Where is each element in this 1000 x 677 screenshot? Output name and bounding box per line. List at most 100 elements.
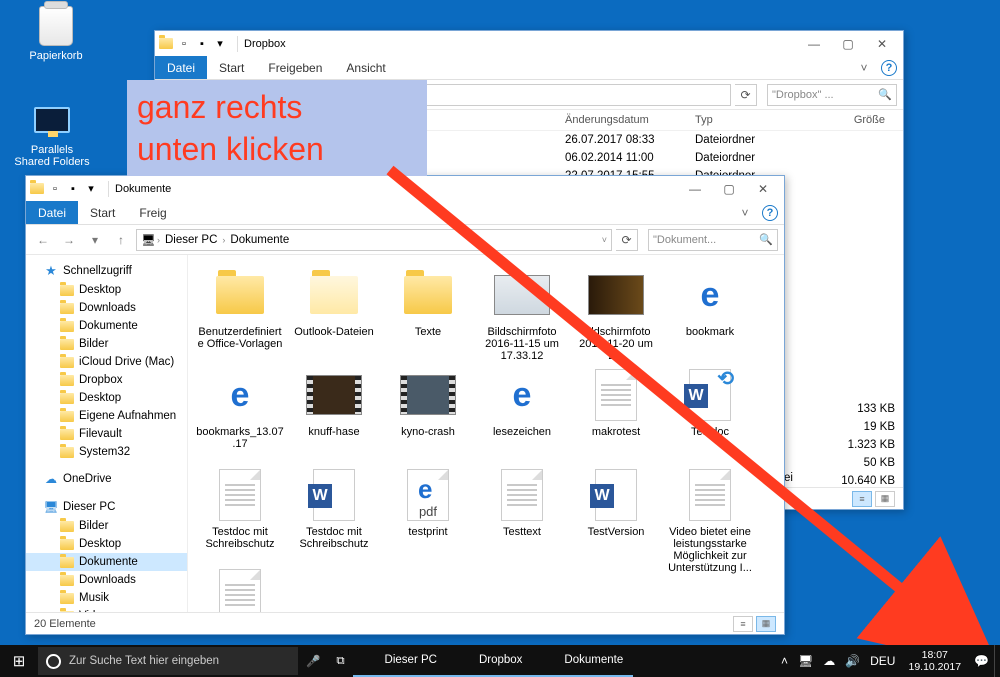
icon-grid[interactable]: Benutzerdefinierte Office-VorlagenOutloo… <box>188 255 784 612</box>
taskbar-task[interactable]: Dieser PC <box>353 645 447 677</box>
file-item[interactable]: makrotest <box>572 365 660 461</box>
breadcrumb-seg[interactable]: Dieser PC <box>162 234 220 246</box>
new-folder-icon[interactable]: ▪ <box>195 37 209 51</box>
tray-volume-icon[interactable]: 🔊 <box>840 654 865 668</box>
taskbar[interactable]: ⊞ Zur Suche Text hier eingeben 🎤 ⧉ Diese… <box>0 645 1000 677</box>
tab-file[interactable]: Datei <box>26 201 78 224</box>
tray-sync-icon[interactable]: ☁ <box>818 654 840 668</box>
nav-this-pc[interactable]: 🖥Dieser PC <box>26 497 187 517</box>
refresh-button[interactable]: ⟳ <box>735 84 757 106</box>
desktop-icon-shared-folders[interactable]: Parallels Shared Folders <box>14 100 90 168</box>
nav-item[interactable]: Desktop <box>26 389 187 407</box>
nav-item[interactable]: Desktop <box>26 535 187 553</box>
nav-quick-access[interactable]: ★Schnellzugriff <box>26 261 187 281</box>
minimize-button[interactable]: — <box>678 178 712 200</box>
file-item[interactable]: Testdoc mit Schreibschutz <box>196 465 284 561</box>
file-item[interactable]: Testdoc mit Schreibschutz <box>290 465 378 561</box>
nav-pane[interactable]: ★Schnellzugriff DesktopDownloadsDokument… <box>26 255 188 612</box>
nav-item[interactable]: iCloud Drive (Mac) <box>26 353 187 371</box>
breadcrumb[interactable]: 🖥 › Dieser PC › Dokumente ˅ <box>136 229 612 251</box>
nav-item[interactable]: Musik <box>26 589 187 607</box>
taskbar-task[interactable]: Dropbox <box>447 645 532 677</box>
col-date[interactable]: Änderungsdatum <box>565 114 695 126</box>
file-item[interactable]: epdftestprint <box>384 465 472 561</box>
tab-start[interactable]: Start <box>207 56 256 79</box>
nav-history-button[interactable]: ▾ <box>84 229 106 251</box>
tray-clock[interactable]: 18:07 19.10.2017 <box>900 649 969 673</box>
taskbar-search[interactable]: Zur Suche Text hier eingeben <box>38 647 298 675</box>
view-details-button[interactable]: ≡ <box>733 616 753 632</box>
file-item[interactable]: ebookmark <box>666 265 754 361</box>
file-item[interactable]: TestVersion <box>572 465 660 561</box>
file-item[interactable]: ebookmarks_13.07.17 <box>196 365 284 461</box>
file-item[interactable]: Outlook-Dateien <box>290 265 378 361</box>
nav-item[interactable]: Dokumente <box>26 553 187 571</box>
search-input[interactable]: "Dokument... 🔍 <box>648 229 778 251</box>
show-desktop-button[interactable] <box>994 645 1000 677</box>
titlebar[interactable]: ▫ ▪ ▾ Dokumente — ▢ ✕ <box>26 176 784 201</box>
help-icon[interactable]: ? <box>762 205 778 221</box>
file-item[interactable]: Benutzerdefinierte Office-Vorlagen <box>196 265 284 361</box>
properties-icon[interactable]: ▫ <box>177 37 191 51</box>
view-details-button[interactable]: ≡ <box>852 491 872 507</box>
nav-item[interactable]: Dokumente <box>26 317 187 335</box>
file-item[interactable]: Video bietet eine leistungsstarke Möglic… <box>666 465 754 561</box>
file-item[interactable]: kyno-crash <box>384 365 472 461</box>
maximize-button[interactable]: ▢ <box>712 178 746 200</box>
explorer-window-dokumente[interactable]: ▫ ▪ ▾ Dokumente — ▢ ✕ Datei Start Freig … <box>25 175 785 635</box>
system-tray[interactable]: ˄ 🖥 ☁ 🔊 DEU 18:07 19.10.2017 💬 <box>776 645 1000 677</box>
tab-share[interactable]: Freigeben <box>256 56 334 79</box>
col-type[interactable]: Typ <box>695 114 805 126</box>
tab-start[interactable]: Start <box>78 201 127 224</box>
tray-overflow-icon[interactable]: ˄ <box>776 654 793 668</box>
task-view-button[interactable]: ⧉ <box>328 645 352 677</box>
desktop-icon-recycle-bin[interactable]: Papierkorb <box>18 6 94 62</box>
col-size[interactable]: Größe <box>805 114 895 126</box>
chevron-down-icon[interactable]: ˅ <box>602 235 607 245</box>
nav-item[interactable]: Eigene Aufnahmen <box>26 407 187 425</box>
nav-item[interactable]: Downloads <box>26 571 187 589</box>
dropdown-icon[interactable]: ▾ <box>213 37 227 51</box>
file-item[interactable]: Texte <box>384 265 472 361</box>
nav-item[interactable]: Filevault <box>26 425 187 443</box>
file-item[interactable]: Testtext <box>478 465 566 561</box>
nav-item[interactable]: Bilder <box>26 335 187 353</box>
search-input[interactable]: "Dropbox" ... 🔍 <box>767 84 897 106</box>
view-icons-button[interactable]: ▦ <box>756 616 776 632</box>
nav-back-button[interactable]: ← <box>32 229 54 251</box>
nav-up-button[interactable]: ↑ <box>110 229 132 251</box>
close-button[interactable]: ✕ <box>746 178 780 200</box>
file-item[interactable] <box>196 565 284 612</box>
view-icons-button[interactable]: ▦ <box>875 491 895 507</box>
file-item[interactable]: Bildschirmfoto 2016-11-20 um 21. <box>572 265 660 361</box>
file-item[interactable]: knuff-hase <box>290 365 378 461</box>
tray-language[interactable]: DEU <box>865 654 900 668</box>
tray-monitor-icon[interactable]: 🖥 <box>793 654 818 668</box>
tab-view[interactable]: Ansicht <box>334 56 397 79</box>
file-item[interactable]: elesezeichen <box>478 365 566 461</box>
dropdown-icon[interactable]: ▾ <box>84 182 98 196</box>
nav-item[interactable]: System32 <box>26 443 187 461</box>
ribbon-collapse-icon[interactable]: ˅ <box>853 56 875 79</box>
maximize-button[interactable]: ▢ <box>831 33 865 55</box>
nav-forward-button[interactable]: → <box>58 229 80 251</box>
help-icon[interactable]: ? <box>881 60 897 76</box>
taskbar-task[interactable]: Dokumente <box>532 645 633 677</box>
tab-freigeben[interactable]: Freig <box>127 201 178 224</box>
nav-item[interactable]: Dropbox <box>26 371 187 389</box>
nav-item[interactable]: Desktop <box>26 281 187 299</box>
breadcrumb-seg[interactable]: Dokumente <box>227 234 292 246</box>
nav-item[interactable]: Bilder <box>26 517 187 535</box>
start-button[interactable]: ⊞ <box>0 645 38 677</box>
action-center-icon[interactable]: 💬 <box>969 654 994 668</box>
tab-file[interactable]: Datei <box>155 56 207 79</box>
titlebar[interactable]: ▫ ▪ ▾ Dropbox — ▢ ✕ <box>155 31 903 56</box>
close-button[interactable]: ✕ <box>865 33 899 55</box>
file-item[interactable]: Bildschirmfoto 2016-11-15 um 17.33.12 <box>478 265 566 361</box>
nav-item[interactable]: Downloads <box>26 299 187 317</box>
file-item[interactable]: ⟲Testdoc <box>666 365 754 461</box>
ribbon-collapse-icon[interactable]: ˅ <box>734 201 756 224</box>
nav-onedrive[interactable]: ☁OneDrive <box>26 469 187 489</box>
properties-icon[interactable]: ▫ <box>48 182 62 196</box>
refresh-button[interactable]: ⟳ <box>616 229 638 251</box>
